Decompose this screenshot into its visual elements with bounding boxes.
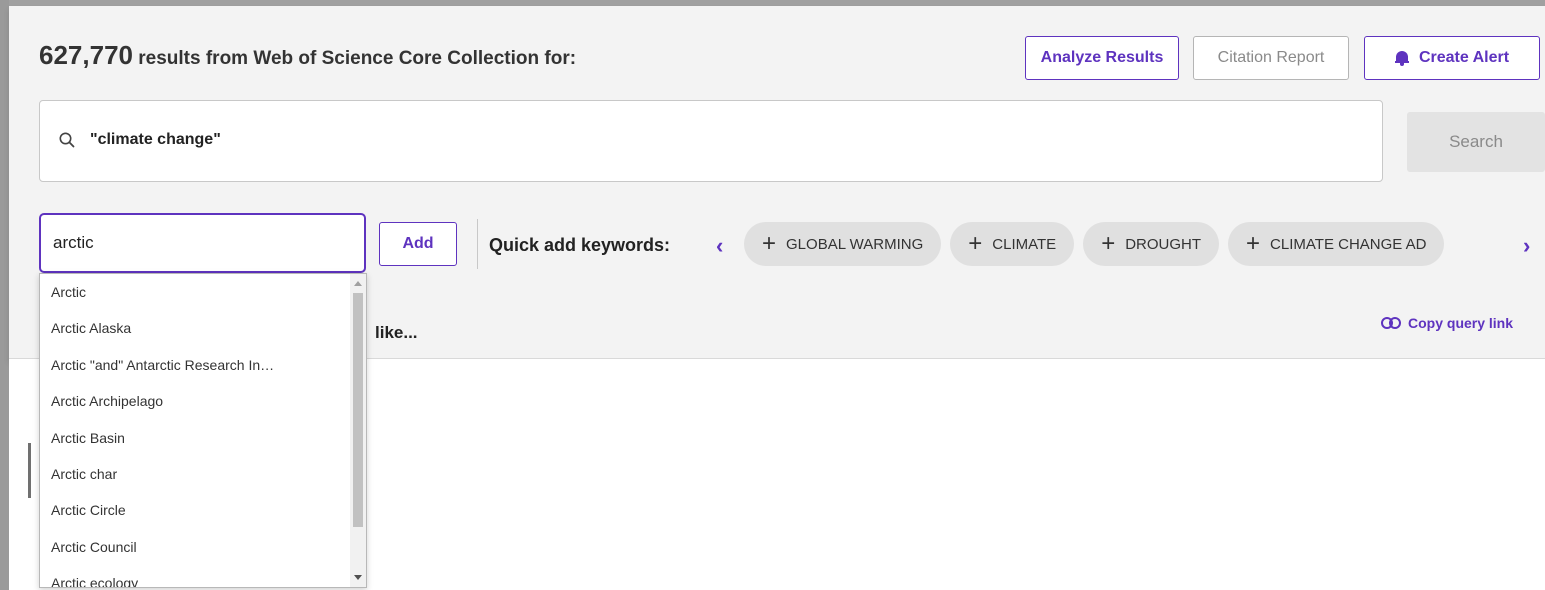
search-query-box[interactable]: "climate change"	[39, 100, 1383, 182]
keyword-chip-label: DROUGHT	[1125, 235, 1202, 253]
copy-query-link[interactable]: Copy query link	[1381, 315, 1513, 331]
search-query-text: "climate change"	[90, 131, 221, 148]
results-heading: 627,770 results from Web of Science Core…	[39, 40, 576, 71]
autocomplete-option[interactable]: Arctic ecology	[40, 565, 350, 587]
autocomplete-option[interactable]: Arctic	[40, 274, 350, 310]
search-icon	[59, 132, 75, 148]
autocomplete-option[interactable]: Arctic Council	[40, 529, 350, 565]
keyword-chip[interactable]: + DROUGHT	[1083, 222, 1220, 266]
plus-icon: +	[968, 230, 983, 257]
create-alert-label: Create Alert	[1418, 49, 1510, 66]
keyword-chip-label: CLIMATE	[992, 235, 1057, 253]
bell-icon	[1394, 50, 1409, 66]
plus-icon: +	[1246, 230, 1261, 257]
divider	[477, 219, 478, 269]
analyze-results-label: Analyze Results	[1040, 49, 1164, 66]
autocomplete-option[interactable]: Arctic "and" Antarctic Research In…	[40, 347, 350, 383]
quick-add-label: Quick add keywords:	[489, 235, 671, 255]
copy-query-label: Copy query link	[1408, 315, 1514, 331]
plus-icon: +	[762, 230, 777, 257]
create-alert-button[interactable]: Create Alert	[1364, 36, 1540, 80]
results-heading-text: results from Web of Science Core Collect…	[132, 48, 577, 69]
keyword-chip[interactable]: + GLOBAL WARMING	[744, 222, 942, 266]
autocomplete-option[interactable]: Arctic Alaska	[40, 310, 350, 346]
scrollbar-thumb[interactable]	[353, 293, 363, 527]
citation-report-button[interactable]: Citation Report	[1193, 36, 1349, 80]
add-button[interactable]: Add	[379, 222, 457, 266]
results-count: 627,770	[39, 40, 133, 70]
citation-report-label: Citation Report	[1217, 49, 1325, 66]
link-icon	[1381, 317, 1401, 329]
keyword-chip[interactable]: + CLIMATE	[950, 222, 1075, 266]
autocomplete-dropdown: Arctic Arctic Alaska Arctic "and" Antarc…	[39, 273, 367, 588]
autocomplete-option[interactable]: Arctic char	[40, 456, 350, 492]
partial-element	[28, 443, 31, 498]
analyze-results-button[interactable]: Analyze Results	[1025, 36, 1179, 80]
autocomplete-option[interactable]: Arctic Circle	[40, 492, 350, 528]
keyword-chip[interactable]: + CLIMATE CHANGE AD	[1228, 222, 1445, 266]
chevron-right-icon[interactable]: ›	[1523, 233, 1530, 259]
keyword-chip-label: GLOBAL WARMING	[786, 235, 924, 253]
keyword-chip-label: CLIMATE CHANGE AD	[1270, 235, 1427, 253]
autocomplete-option[interactable]: Arctic Basin	[40, 420, 350, 456]
suggestion-text: like...	[375, 323, 418, 342]
search-button[interactable]: Search	[1407, 112, 1545, 172]
plus-icon: +	[1101, 230, 1116, 257]
scroll-up-icon[interactable]	[354, 281, 362, 286]
quick-add-chips: + GLOBAL WARMING + CLIMATE + DROUGHT + CLIMATE …	[744, 222, 1512, 266]
autocomplete-list: Arctic Arctic Alaska Arctic "and" Antarc…	[40, 274, 350, 587]
scroll-down-icon[interactable]	[354, 575, 362, 580]
keyword-input[interactable]: arctic	[39, 213, 366, 273]
chevron-left-icon[interactable]: ‹	[716, 233, 723, 259]
dropdown-scrollbar[interactable]	[350, 274, 366, 587]
autocomplete-option[interactable]: Arctic Archipelago	[40, 383, 350, 419]
